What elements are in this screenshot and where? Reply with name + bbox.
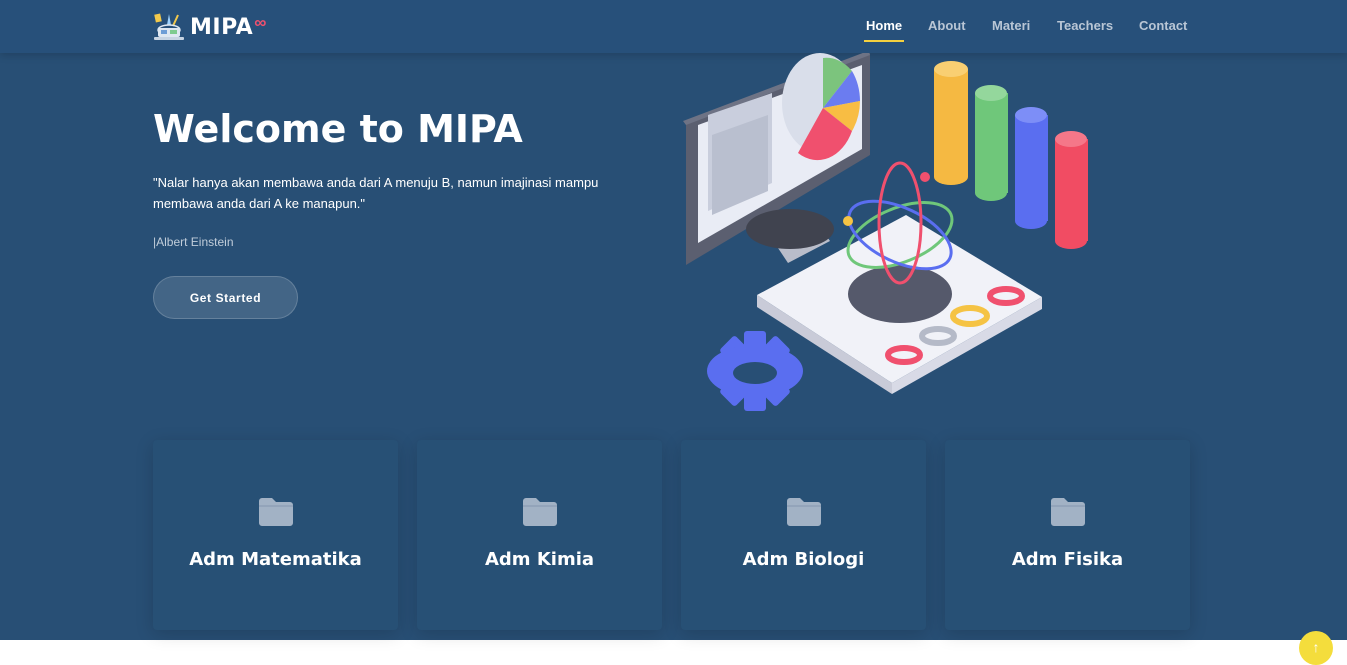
science-lab-illustration: [683, 53, 1088, 411]
nav-active-indicator: [864, 40, 904, 42]
folder-icon: [522, 498, 557, 526]
nav-link-contact[interactable]: Contact: [1139, 18, 1187, 33]
hero-quote: "Nalar hanya akan membawa anda dari A me…: [153, 175, 599, 211]
card-label: Adm Kimia: [484, 549, 595, 570]
folder-icon: [258, 498, 293, 526]
main-nav: Home About Materi Teachers Contact: [0, 18, 1347, 42]
back-to-top-button[interactable]: ↑: [1299, 631, 1333, 665]
bar-cylinders-illustration: [934, 61, 1088, 249]
folder-icon: [1050, 498, 1085, 526]
gear-icon: [707, 331, 803, 411]
card-adm-fisika[interactable]: Adm Fisika: [945, 440, 1190, 630]
arrow-up-icon: ↑: [1312, 639, 1320, 655]
card-adm-matematika[interactable]: Adm Matematika: [153, 440, 398, 630]
navbar: MIPA ∞ Home About Materi Teachers Contac…: [0, 0, 1347, 53]
nav-link-home[interactable]: Home: [866, 18, 902, 33]
get-started-button[interactable]: Get Started: [153, 276, 298, 319]
folder-icon: [786, 498, 821, 526]
hero-section: MIPA ∞ Home About Materi Teachers Contac…: [0, 0, 1347, 640]
nav-link-materi[interactable]: Materi: [992, 18, 1030, 33]
nav-link-about[interactable]: About: [928, 18, 966, 33]
card-label: Adm Biologi: [742, 549, 865, 570]
card-label: Adm Fisika: [1011, 549, 1124, 570]
card-adm-kimia[interactable]: Adm Kimia: [417, 440, 662, 630]
hero-title: Welcome to MIPA: [153, 107, 523, 151]
quote-author: |Albert Einstein: [153, 235, 234, 249]
nav-link-teachers[interactable]: Teachers: [1057, 18, 1113, 33]
monitor-illustration: [683, 53, 870, 265]
card-adm-biologi[interactable]: Adm Biologi: [681, 440, 926, 630]
card-label: Adm Matematika: [189, 549, 362, 570]
